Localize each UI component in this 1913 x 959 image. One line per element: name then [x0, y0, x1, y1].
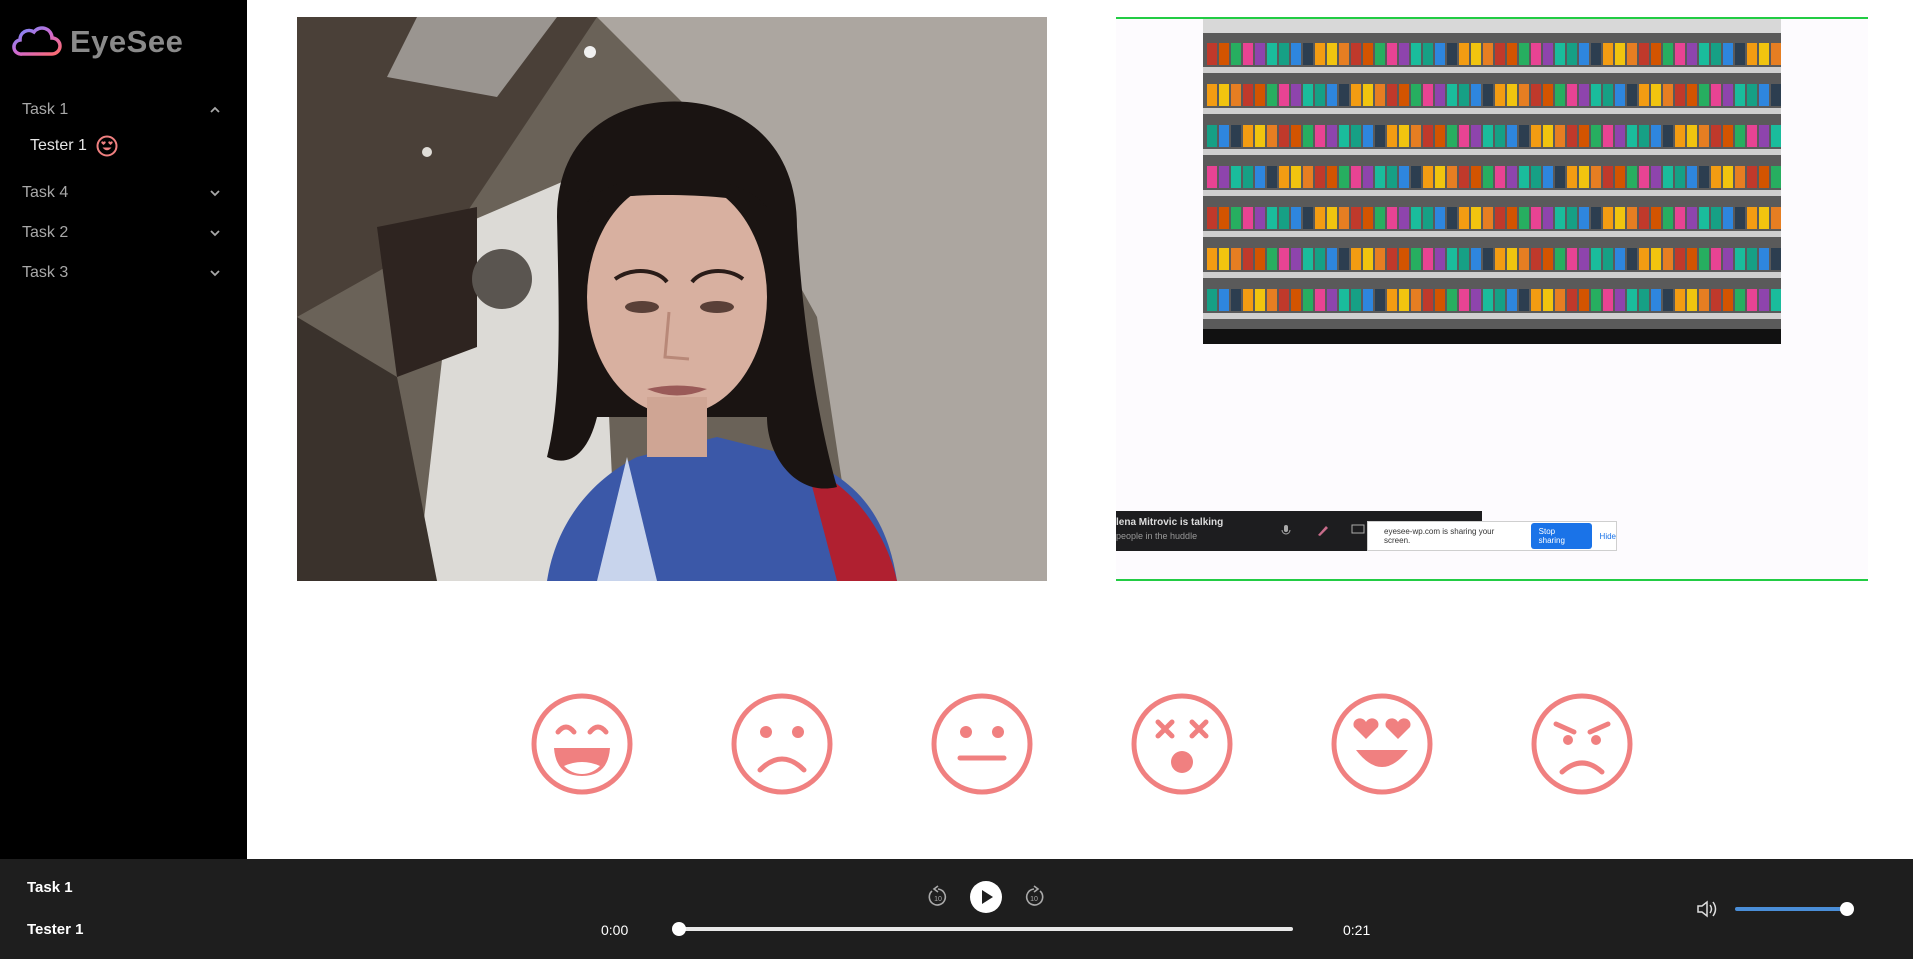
angry-face-icon[interactable] [1530, 692, 1634, 796]
sidebar-task-2[interactable]: Task 2 [22, 221, 222, 245]
huddle-title: lena Mitrovic is talking [1116, 517, 1224, 528]
cloud-logo-icon [12, 26, 62, 56]
share-notification: eyesee-wp.com is sharing your screen. St… [1367, 521, 1617, 551]
shocked-face-icon[interactable] [1130, 692, 1234, 796]
sidebar-task-3[interactable]: Task 3 [22, 261, 222, 285]
play-button[interactable] [969, 880, 1003, 914]
chevron-down-icon [210, 270, 220, 277]
app-name: EyeSee [70, 24, 184, 59]
screen-share-view[interactable]: lena Mitrovic is talking people in the h… [1116, 17, 1868, 581]
chevron-down-icon [210, 230, 220, 237]
volume-thumb[interactable] [1840, 902, 1854, 916]
hide-button[interactable]: Hide [1600, 532, 1616, 541]
sidebar-task-1[interactable]: Task 1 [22, 98, 222, 122]
duration: 0:21 [1343, 922, 1371, 938]
share-message: eyesee-wp.com is sharing your screen. [1384, 527, 1495, 545]
emotion-bar [530, 692, 1634, 796]
webcam-frame-image [297, 17, 1047, 581]
current-time: 0:00 [601, 922, 629, 938]
current-tester-label: Tester 1 [27, 921, 84, 938]
svg-text:10: 10 [1030, 896, 1038, 903]
sad-face-icon[interactable] [730, 692, 834, 796]
volume-slider[interactable] [1735, 902, 1854, 916]
seek-bar[interactable] [672, 922, 1293, 936]
player-bar: Task 1 Tester 1 10 10 0:00 0:21 [0, 859, 1913, 959]
tester-label: Tester 1 [30, 137, 87, 154]
love-face-icon[interactable] [1330, 692, 1434, 796]
sidebar-tester-1[interactable]: Tester 1 [30, 135, 118, 157]
pen-icon [1318, 526, 1328, 536]
seek-thumb[interactable] [672, 922, 686, 936]
shelf-render [1203, 19, 1781, 344]
task-label: Task 2 [22, 224, 69, 241]
current-task-label: Task 1 [27, 879, 73, 896]
chevron-down-icon [210, 190, 220, 197]
sidebar: EyeSee Task 1 Tester 1 Task 4 Task 2 Tas… [0, 0, 247, 859]
task-label: Task 4 [22, 184, 69, 201]
love-face-icon [96, 135, 118, 157]
task-label: Task 3 [22, 264, 69, 281]
webcam-video[interactable] [297, 17, 1047, 581]
huddle-subtitle: people in the huddle [1116, 531, 1198, 541]
stop-sharing-button[interactable]: Stop sharing [1530, 523, 1592, 549]
sidebar-task-4[interactable]: Task 4 [22, 181, 222, 205]
task-label: Task 1 [22, 101, 69, 118]
svg-text:10: 10 [934, 896, 942, 903]
microphone-icon [1281, 525, 1291, 535]
screen-icon [1351, 524, 1365, 534]
laughing-face-icon[interactable] [530, 692, 634, 796]
rewind-10-icon[interactable]: 10 [928, 885, 948, 907]
neutral-face-icon[interactable] [930, 692, 1034, 796]
store-shelf-image [1203, 19, 1781, 344]
chevron-up-icon [210, 106, 220, 113]
logo: EyeSee [10, 22, 183, 62]
forward-10-icon[interactable]: 10 [1024, 885, 1044, 907]
volume-icon[interactable] [1696, 899, 1720, 919]
